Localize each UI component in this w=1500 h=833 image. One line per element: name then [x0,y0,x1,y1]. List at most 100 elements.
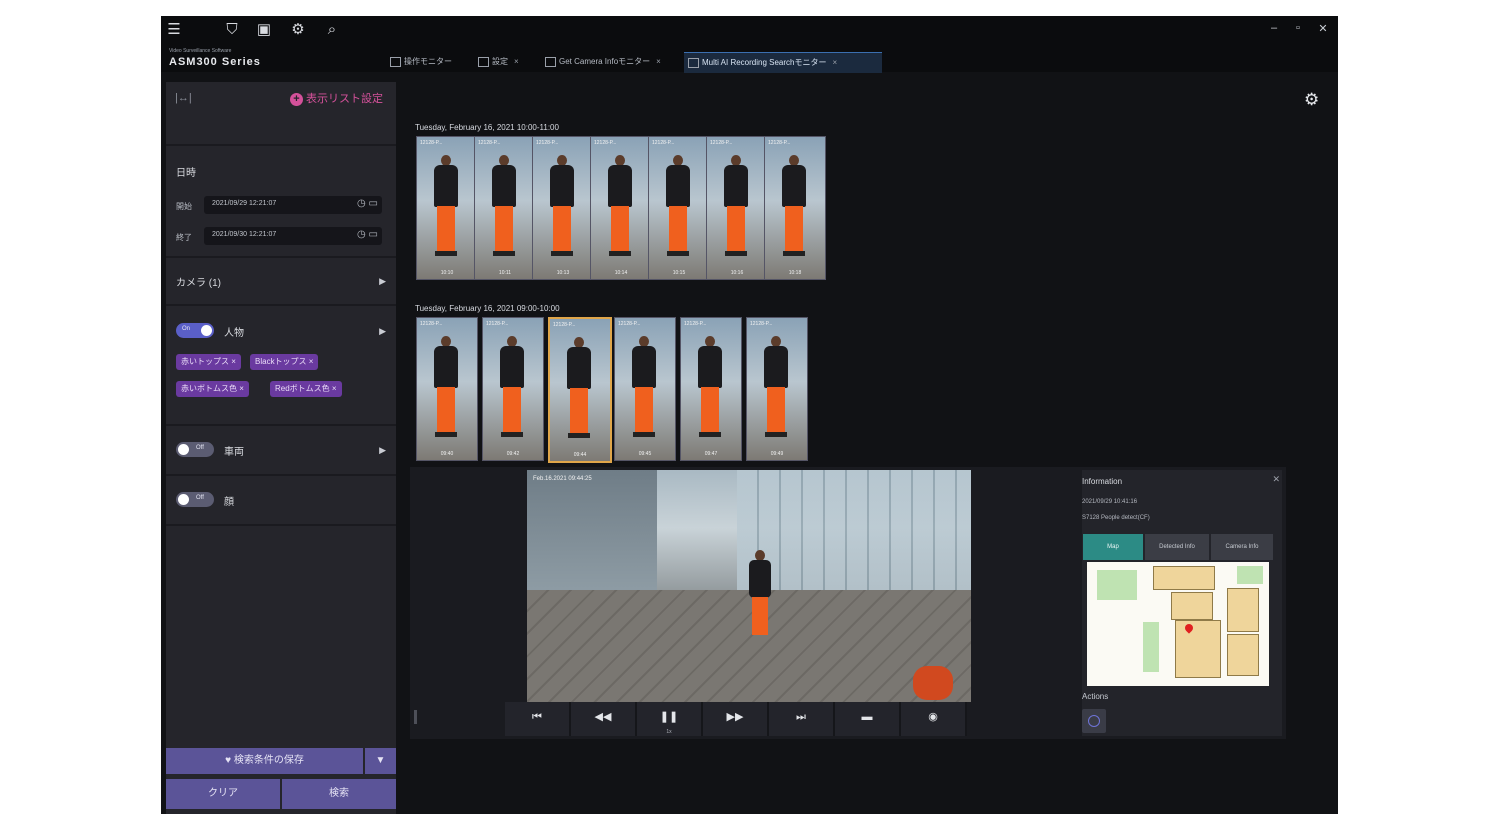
result-thumbnail[interactable]: 12128-P... 09:44 [548,317,612,463]
minimize-icon[interactable]: – [1267,22,1281,34]
thumbnail-caption: 12128-P... [710,140,733,146]
person-section: On 人物 ▶ 赤いトップス × Blackトップス × 赤いボトムス色 × R… [166,306,396,426]
playback-controls: ⏮ ◀◀ ❚❚ 1x ▶▶ ⏭ ▬ ◉ [505,702,971,736]
shield-icon[interactable]: ⛉ [223,21,241,39]
result-thumbnail[interactable]: 12128-P... 09:49 [746,317,808,461]
tab-detected-info[interactable]: Detected Info [1145,534,1209,560]
search-icon[interactable]: ⌕ [323,21,341,39]
info-camera: S7128 People detect(CF) [1082,515,1150,521]
thumbnail-caption: 12128-P... [594,140,617,146]
plus-icon: + [290,93,303,106]
tab-map[interactable]: Map [1083,534,1143,560]
close-icon[interactable]: × [514,57,519,66]
start-datetime-field[interactable]: 2021/09/29 12:21:07 ◷ ▭ [204,196,382,214]
thumbnail-time: 09:47 [704,451,718,457]
thumbnail-caption: 12128-P... [536,140,559,146]
menu-icon[interactable]: ☰ [165,21,183,39]
information-panel: Information ✕ 2021/09/29 10:41:16 S7128 … [1082,470,1282,736]
window-icon[interactable]: ▬ [835,702,901,736]
clock-calendar-icon[interactable]: ◷ ▭ [357,198,378,209]
thumbnail-caption: 12128-P... [553,322,576,328]
result-thumbnail[interactable]: 12128-P... 10:11 [474,136,536,280]
end-datetime-field[interactable]: 2021/09/30 12:21:07 ◷ ▭ [204,227,382,245]
camera-icon [545,56,556,67]
thumbnail-time: 09:49 [770,451,784,457]
thumbnail-caption: 12128-P... [768,140,791,146]
brand-subtitle: Video Surveillance Software [169,48,232,54]
chevron-right-icon[interactable]: ▶ [379,326,386,337]
result-thumbnail[interactable]: 12128-P... 09:40 [416,317,478,461]
gear-icon[interactable]: ⚙ [1304,90,1319,110]
result-thumbnail[interactable]: 12128-P... 10:18 [764,136,826,280]
maximize-icon[interactable]: ▫ [1291,22,1305,34]
fast-forward-icon[interactable]: ▶▶ [703,702,769,736]
datetime-section: 日時 開始 2021/09/29 12:21:07 ◷ ▭ 終了 2021/09… [166,146,396,258]
close-icon[interactable]: × [833,58,838,67]
thumbnail-caption: 12128-P... [420,140,443,146]
thumbnail-caption: 12128-P... [618,321,641,327]
thumbnail-caption: 12128-P... [478,140,501,146]
close-icon[interactable]: ✕ [1316,22,1330,35]
result-thumbnail[interactable]: 12128-P... 10:15 [648,136,710,280]
video-frame[interactable]: Feb.16.2021 09:44:25 [527,470,971,702]
result-thumbnail[interactable]: 12128-P... 10:14 [590,136,652,280]
filter-chip[interactable]: Redボトムス色 × [270,381,342,397]
information-title: Information [1082,477,1123,486]
close-icon[interactable]: ✕ [1272,474,1280,485]
vehicle-toggle[interactable]: Off [176,442,214,457]
search-button[interactable]: 検索 [282,779,396,809]
tab-settings[interactable]: 設定 × [474,52,538,72]
person-toggle[interactable]: On [176,323,214,338]
result-thumbnail[interactable]: 12128-P... 10:13 [532,136,594,280]
chevron-down-icon[interactable]: ▼ [365,748,396,774]
collapse-icon[interactable]: |↔| [175,92,192,104]
skip-start-icon[interactable]: ⏮ [505,702,571,736]
start-label: 開始 [176,202,192,211]
display-list-settings-button[interactable]: + 表示リスト設定 [290,90,383,106]
playback-panel: Feb.16.2021 09:44:25 ⏮ ◀◀ ❚❚ 1x ▶▶ ⏭ ▬ ◉ … [410,467,1286,739]
filter-chip[interactable]: 赤いボトムス色 × [176,381,249,397]
rewind-icon[interactable]: ◀◀ [571,702,637,736]
result-thumbnail[interactable]: 12128-P... 09:45 [614,317,676,461]
face-section: Off 顔 [166,476,396,526]
tab-multi-ai-recording-search[interactable]: Multi AI Recording Searchモニター × [684,52,882,73]
thumbnail-time: 10:10 [440,270,454,276]
result-thumbnail[interactable]: 12128-P... 09:42 [482,317,544,461]
skip-end-icon[interactable]: ⏭ [769,702,835,736]
person-label: 人物 [224,328,244,339]
thumbnail-time: 10:18 [788,270,802,276]
camera-section[interactable]: カメラ (1) ▶ [166,258,396,306]
save-search-conditions-button[interactable]: ♥ 検索条件の保存 [166,748,363,774]
floor-map[interactable] [1087,562,1269,686]
result-group-label: Tuesday, February 16, 2021 09:00-10:00 [415,304,560,313]
thumbnail-time: 10:15 [672,270,686,276]
thumbnail-caption: 12128-P... [684,321,707,327]
vehicle-label: 車両 [224,447,244,458]
thumbnail-time: 09:40 [440,451,454,457]
face-toggle[interactable]: Off [176,492,214,507]
thumbnail-time: 09:44 [573,452,587,458]
close-icon[interactable]: × [656,57,661,66]
top-bar: ☰ ⛉ ▣ ⚙ ⌕ Video Surveillance Software AS… [161,16,1338,73]
panel-header: |↔| + 表示リスト設定 [166,82,396,146]
search-icon [688,57,699,68]
tab-get-camera-info[interactable]: Get Camera Infoモニター × [541,52,685,72]
monitor-icon[interactable]: ▣ [255,21,273,39]
result-thumbnail[interactable]: 12128-P... 09:47 [680,317,742,461]
scrub-handle[interactable] [414,710,417,724]
camera-icon[interactable]: ◉ [901,702,967,736]
filter-chip[interactable]: Blackトップス × [250,354,319,370]
filter-chip[interactable]: 赤いトップス × [176,354,241,370]
result-group-label: Tuesday, February 16, 2021 10:00-11:00 [415,123,559,132]
gear-icon[interactable]: ⚙ [289,21,307,39]
chevron-right-icon[interactable]: ▶ [379,445,386,456]
result-thumbnail[interactable]: 12128-P... 10:10 [416,136,478,280]
pause-icon[interactable]: ❚❚ 1x [637,702,703,736]
chevron-right-icon[interactable]: ▶ [379,276,386,287]
tab-camera-info[interactable]: Camera Info [1211,534,1273,560]
clear-button[interactable]: クリア [166,779,280,809]
result-thumbnail[interactable]: 12128-P... 10:16 [706,136,768,280]
clock-calendar-icon[interactable]: ◷ ▭ [357,229,378,240]
action-button[interactable] [1082,709,1106,733]
tab-operation-monitor[interactable]: 操作モニター [386,52,472,72]
